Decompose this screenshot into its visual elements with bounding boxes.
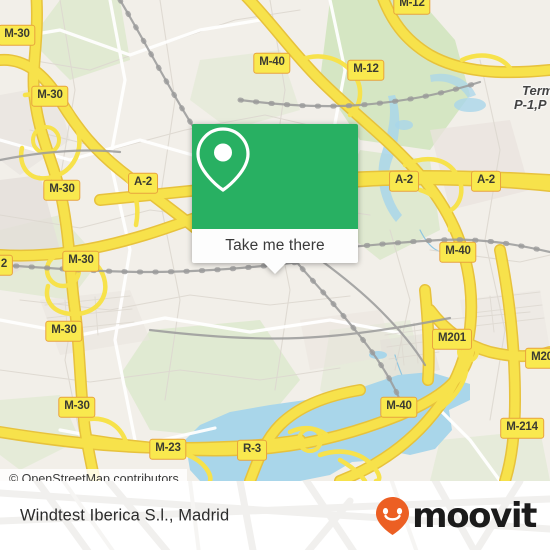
location-pin-icon [196,127,250,192]
moovit-logo[interactable]: moovit [374,495,537,536]
map-canvas[interactable]: .bg { fill:#f2efe9; } .green { fill:#d5e… [0,0,550,481]
moovit-smiley-pin-icon [376,496,410,535]
road-shield: A-2 [128,172,158,194]
road-shield: M-40 [380,396,418,418]
road-shield: M-40 [439,241,477,263]
popup-image-area [192,124,358,229]
road-shield: A-2 [471,170,501,192]
road-shield: M201 [432,328,472,350]
road-shield: M-23 [149,438,187,460]
map-place-label: TermP-1,P [514,83,550,111]
road-shield: M-214 [500,417,544,439]
road-shield: M-12 [347,59,385,81]
bottom-info-bar: Windtest Iberica S.l., Madrid moovit [0,481,550,550]
location-title: Windtest Iberica S.l., Madrid [20,506,230,524]
road-shield: R-3 [237,439,267,461]
road-shield: M-30 [58,396,96,418]
moovit-wordmark: moovit [412,495,537,536]
road-shield: M-30 [45,320,83,342]
take-me-there-button[interactable]: Take me there [192,229,358,263]
road-shield: M20 [525,347,550,369]
place-label-line: Term [522,83,550,98]
road-shield: 2 [0,254,14,276]
road-shield: M-30 [43,179,81,201]
road-shield: M-30 [31,85,69,107]
location-popup-card[interactable]: Take me there [192,124,358,274]
road-shield: A-2 [389,170,419,192]
road-shield: M-30 [0,24,36,46]
road-shield: M-40 [253,52,291,74]
place-label-line: P-1,P [514,96,547,112]
road-shield: M-30 [62,250,100,272]
attribution-text: © OpenStreetMap contributors [9,472,179,481]
map-attribution[interactable]: © OpenStreetMap contributors [0,469,187,481]
popup-pointer [264,263,286,274]
road-shield: M-12 [393,0,431,15]
take-me-there-label: Take me there [225,237,325,254]
map-screenshot: .bg { fill:#f2efe9; } .green { fill:#d5e… [0,0,550,550]
